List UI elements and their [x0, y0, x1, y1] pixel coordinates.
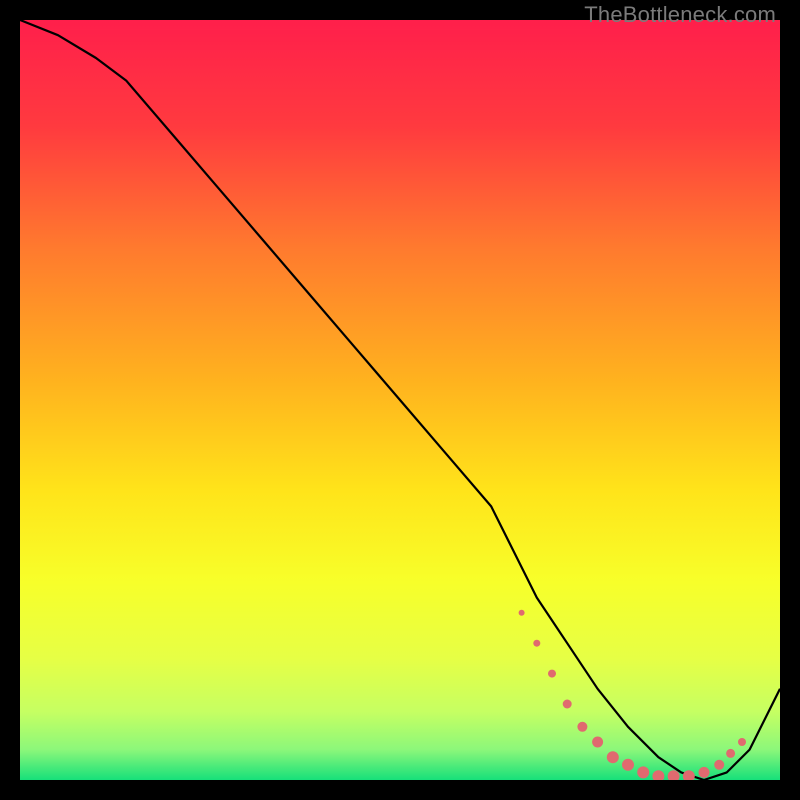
highlight-dot [738, 738, 746, 746]
highlight-dot [699, 767, 710, 778]
highlight-dot [533, 640, 540, 647]
chart-svg [20, 20, 780, 780]
highlight-dot [714, 760, 724, 770]
chart-frame [20, 20, 780, 780]
highlight-dot [548, 670, 556, 678]
watermark-text: TheBottleneck.com [584, 2, 776, 28]
highlight-dot [592, 737, 603, 748]
highlight-dot [577, 722, 587, 732]
highlight-dot [563, 700, 572, 709]
highlight-dot [519, 610, 525, 616]
highlight-dot [607, 751, 619, 763]
highlight-dot [622, 759, 634, 771]
highlight-dot [726, 749, 735, 758]
highlight-dot [637, 766, 649, 778]
